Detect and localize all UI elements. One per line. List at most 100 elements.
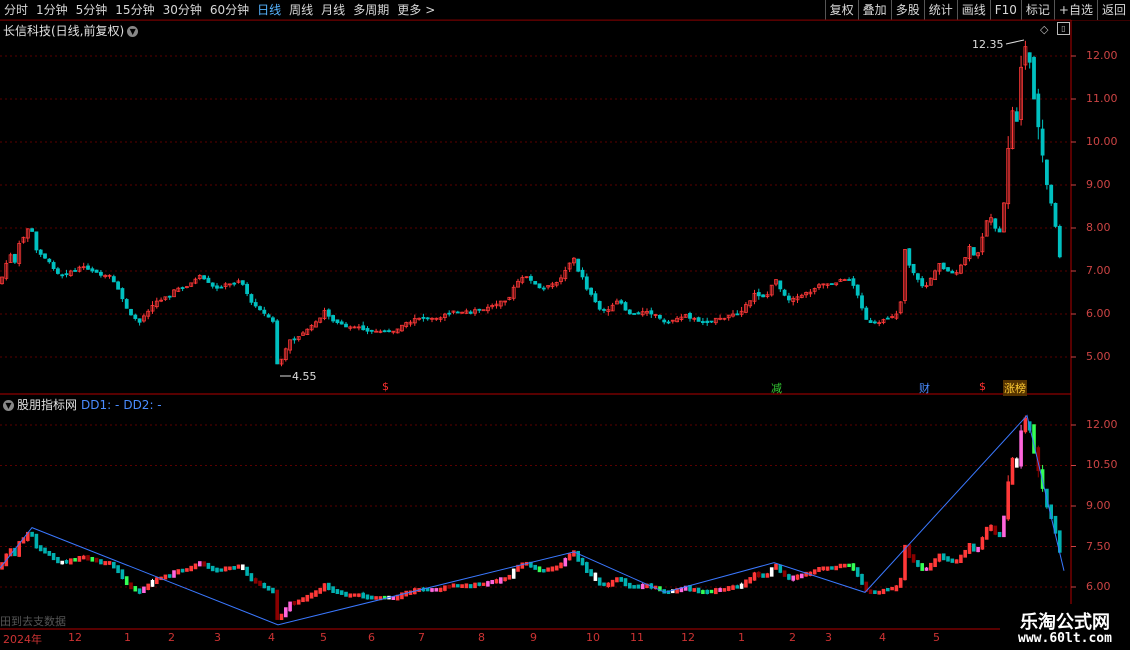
period-tab[interactable]: 多周期 bbox=[349, 0, 393, 20]
indicator-bar bbox=[1010, 457, 1015, 485]
period-tab[interactable]: 更多 bbox=[393, 0, 425, 20]
indicator-bar bbox=[503, 577, 507, 582]
diamond-icon[interactable]: ◇ bbox=[1040, 23, 1048, 36]
kline-chart[interactable] bbox=[0, 0, 1130, 650]
indicator-bar bbox=[335, 589, 340, 595]
event-marker[interactable]: 减 bbox=[770, 380, 783, 396]
event-marker[interactable]: $ bbox=[381, 380, 390, 393]
indicator-bar bbox=[855, 567, 860, 577]
candle-body bbox=[602, 309, 606, 311]
indicator-bar bbox=[253, 578, 258, 584]
candle-body bbox=[25, 228, 30, 239]
zigzag-line bbox=[0, 414, 1065, 626]
tool-button[interactable]: 画线 bbox=[956, 0, 990, 20]
indicator-bar bbox=[834, 565, 838, 571]
indicator-bar bbox=[567, 553, 572, 561]
period-tab[interactable]: 1分钟 bbox=[32, 0, 72, 20]
candle-body bbox=[262, 309, 267, 314]
indicator-bar bbox=[434, 588, 439, 592]
period-tab[interactable]: 周线 bbox=[285, 0, 317, 20]
candle-body bbox=[1002, 202, 1006, 233]
tool-button[interactable]: 多股 bbox=[890, 0, 924, 20]
event-marker[interactable]: 财 bbox=[918, 380, 931, 396]
indicator-bar bbox=[430, 588, 434, 592]
indicator-bar bbox=[116, 565, 120, 574]
candle-body bbox=[640, 311, 645, 316]
candle-body bbox=[1057, 226, 1062, 258]
candle-body bbox=[1019, 66, 1023, 120]
indicator-bar bbox=[929, 562, 933, 571]
candle-body bbox=[206, 277, 211, 283]
candle-body bbox=[408, 321, 413, 325]
more-arrow-icon[interactable]: > bbox=[425, 0, 439, 20]
candle-body bbox=[619, 300, 624, 304]
period-tab[interactable]: 分时 bbox=[0, 0, 32, 20]
indicator-bar bbox=[241, 564, 245, 571]
indicator-bar bbox=[400, 592, 404, 600]
indicator-bar bbox=[722, 588, 727, 592]
candle-body bbox=[56, 268, 60, 274]
indicator-bar bbox=[245, 566, 249, 576]
indicator-bar bbox=[292, 601, 297, 605]
period-tab[interactable]: 30分钟 bbox=[159, 0, 206, 20]
period-tab[interactable]: 月线 bbox=[317, 0, 349, 20]
indicator-bar bbox=[529, 561, 533, 568]
indicator-bar bbox=[206, 562, 211, 569]
indicator-bar bbox=[13, 547, 17, 557]
indicator-bar bbox=[26, 531, 30, 541]
candle-body bbox=[86, 265, 90, 270]
indicator-bar bbox=[370, 595, 374, 600]
stock-title[interactable]: 长信科技(日线,前复权) ▼ bbox=[3, 22, 139, 39]
indicator-bar bbox=[456, 584, 460, 588]
indicator-bar bbox=[1053, 515, 1058, 534]
indicator-bar bbox=[597, 577, 602, 586]
chevron-down-icon[interactable]: ▼ bbox=[127, 26, 139, 37]
candle-body bbox=[434, 317, 439, 320]
candle-body bbox=[184, 286, 189, 288]
tool-button[interactable]: 标记 bbox=[1020, 0, 1054, 20]
event-marker[interactable]: $ bbox=[978, 380, 987, 393]
candle-body bbox=[215, 285, 219, 289]
indicator-bar bbox=[821, 566, 826, 571]
period-tab[interactable]: 15分钟 bbox=[111, 0, 158, 20]
indicator-bar bbox=[563, 558, 568, 567]
tool-button[interactable]: F10 bbox=[989, 0, 1021, 20]
x-axis-tick: 4 bbox=[879, 631, 886, 644]
candle-body bbox=[645, 311, 649, 314]
indicator-bar bbox=[920, 563, 924, 571]
tool-button[interactable]: 叠加 bbox=[857, 0, 891, 20]
candle-body bbox=[933, 270, 937, 281]
tool-button[interactable]: 返回 bbox=[1096, 0, 1130, 20]
indicator-bar bbox=[486, 581, 490, 587]
indicator-bar bbox=[38, 545, 43, 552]
chevron-down-icon[interactable]: ▼ bbox=[3, 400, 14, 411]
tool-button[interactable]: 复权 bbox=[824, 0, 858, 20]
tool-button[interactable]: 统计 bbox=[923, 0, 957, 20]
indicator-bar bbox=[873, 590, 877, 595]
indicator-bar bbox=[550, 566, 555, 572]
window-toggle-icon[interactable]: ▯ bbox=[1057, 22, 1070, 35]
candle-body bbox=[288, 339, 293, 351]
candle-body bbox=[881, 319, 886, 324]
x-axis-tick: 2 bbox=[168, 631, 175, 644]
indicator-bar bbox=[593, 572, 598, 581]
indicator-name: 股朋指标网 bbox=[17, 398, 78, 412]
indicator-title[interactable]: ▼ 股朋指标网 DD1: - DD2: - bbox=[3, 396, 162, 413]
main-y-tick: 8.00 bbox=[1086, 221, 1111, 234]
tool-button[interactable]: +自选 bbox=[1053, 0, 1097, 20]
indicator-bar bbox=[443, 585, 447, 591]
period-tab[interactable]: 日线 bbox=[253, 0, 285, 20]
period-tab[interactable]: 5分钟 bbox=[72, 0, 112, 20]
event-marker[interactable]: 涨榜 bbox=[1003, 380, 1027, 396]
x-axis-tick: 2024年 bbox=[3, 633, 42, 646]
x-axis-tick: 10 bbox=[586, 631, 600, 644]
candle-body bbox=[90, 268, 95, 272]
period-tab[interactable]: 60分钟 bbox=[206, 0, 253, 20]
indicator-bar bbox=[51, 553, 56, 561]
candle-body bbox=[167, 295, 172, 298]
indicator-bar bbox=[683, 585, 688, 591]
x-axis-tick: 6 bbox=[368, 631, 375, 644]
candle-body bbox=[688, 313, 692, 319]
indicator-bar bbox=[817, 567, 821, 572]
indicator-bar bbox=[193, 563, 198, 570]
